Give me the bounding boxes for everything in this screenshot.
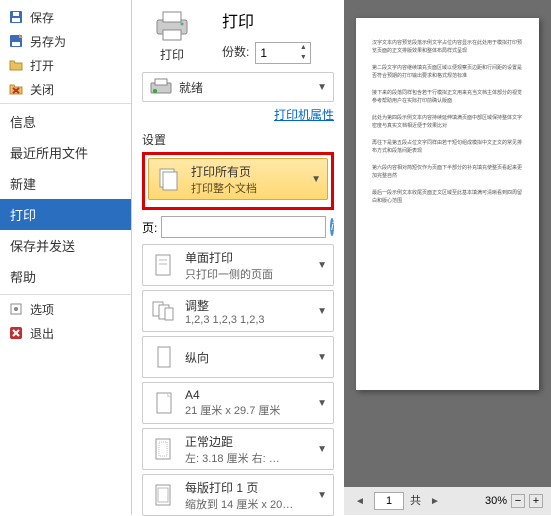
printer-icon [149,77,173,97]
single-side-icon [149,251,177,279]
next-page-button[interactable]: ► [427,493,443,509]
chevron-down-icon: ▼ [317,444,327,455]
print-panel: 打印 打印 份数: ▲ ▼ 就绪 ▼ [132,0,344,515]
save-icon [8,9,24,25]
copies-input[interactable]: ▲ ▼ [255,42,311,64]
chevron-down-icon: ▼ [317,398,327,409]
collate-selector[interactable]: 调整 1,2,3 1,2,3 1,2,3 ▼ [142,290,334,332]
paper-size-selector[interactable]: A4 21 厘米 x 29.7 厘米 ▼ [142,382,334,424]
margins-selector[interactable]: 正常边距 左: 3.18 厘米 右: … ▼ [142,428,334,470]
chevron-down-icon: ▼ [311,174,321,185]
exit-icon [8,325,24,341]
exit-item[interactable]: 退出 [0,321,131,345]
open-icon [8,57,24,73]
copies-down[interactable]: ▼ [296,53,310,63]
file-menu-sidebar: 保存 另存为 打开 关闭 信息 最近所用文件 新建 打印 保存并发送 帮助 选项… [0,0,132,515]
recent-item[interactable]: 最近所用文件 [0,137,131,168]
print-preview: 汉字文本内容预览段落示例文字占位内容显示在此处用于模拟打印预览页面的正文排版效果… [344,0,551,515]
pages-per-sheet-icon [149,481,177,509]
chevron-down-icon: ▼ [317,352,327,363]
orientation-selector[interactable]: 纵向 ▼ [142,336,334,378]
page-number-input[interactable] [374,492,404,510]
help-item[interactable]: 帮助 [0,261,131,292]
print-title: 打印 [222,8,334,32]
print-range-sub: 打印整个文档 [191,180,311,196]
open-label: 打开 [30,57,54,74]
info-icon[interactable]: i [330,218,334,236]
save-send-item[interactable]: 保存并发送 [0,230,131,261]
page-total-label: 共 [410,495,421,507]
print-button-label: 打印 [142,46,202,63]
zoom-value: 30% [473,495,507,507]
close-label: 关闭 [30,81,54,98]
duplex-selector[interactable]: 单面打印 只打印一侧的页面 ▼ [142,244,334,286]
portrait-icon [149,343,177,371]
exit-label: 退出 [30,325,54,342]
print-range-selector[interactable]: 打印所有页 打印整个文档 ▼ [148,158,328,200]
collate-icon [149,297,177,325]
save-as-label: 另存为 [30,33,66,50]
options-label: 选项 [30,301,54,318]
print-item[interactable]: 打印 [0,199,131,230]
printer-status: 就绪 [179,79,311,96]
printer-large-icon [151,8,193,42]
preview-page: 汉字文本内容预览段落示例文字占位内容显示在此处用于模拟打印预览页面的正文排版效果… [356,18,539,390]
chevron-down-icon: ▼ [317,82,327,93]
copies-up[interactable]: ▲ [296,43,310,53]
save-label: 保存 [30,9,54,26]
info-item[interactable]: 信息 [0,106,131,137]
options-icon [8,301,24,317]
chevron-down-icon: ▼ [317,260,327,271]
print-range-title: 打印所有页 [191,163,311,180]
highlight-annotation: 打印所有页 打印整个文档 ▼ [142,152,334,210]
open-item[interactable]: 打开 [0,53,131,77]
chevron-down-icon: ▼ [317,306,327,317]
printer-selector[interactable]: 就绪 ▼ [142,72,334,102]
printer-properties-link[interactable]: 打印机属性 [142,106,334,123]
zoom-in-button[interactable]: + [529,494,543,508]
margins-icon [149,435,177,463]
copies-label: 份数: [222,45,249,61]
chevron-down-icon: ▼ [317,490,327,501]
zoom-out-button[interactable]: − [511,494,525,508]
close-icon [8,81,24,97]
new-item[interactable]: 新建 [0,168,131,199]
save-as-icon [8,33,24,49]
copies-field[interactable] [256,46,296,60]
options-item[interactable]: 选项 [0,297,131,321]
pages-icon [155,165,183,193]
prev-page-button[interactable]: ◄ [352,493,368,509]
pages-per-sheet-selector[interactable]: 每版打印 1 页 缩放到 14 厘米 x 20… ▼ [142,474,334,516]
print-button[interactable]: 打印 [142,8,202,63]
close-item[interactable]: 关闭 [0,77,131,101]
pages-input[interactable] [161,216,326,238]
pages-label: 页: [142,219,157,236]
page-size-icon [149,389,177,417]
save-item[interactable]: 保存 [0,5,131,29]
settings-label: 设置 [142,131,334,148]
save-as-item[interactable]: 另存为 [0,29,131,53]
preview-footer: ◄ 共 ► 30% − + [344,487,551,515]
